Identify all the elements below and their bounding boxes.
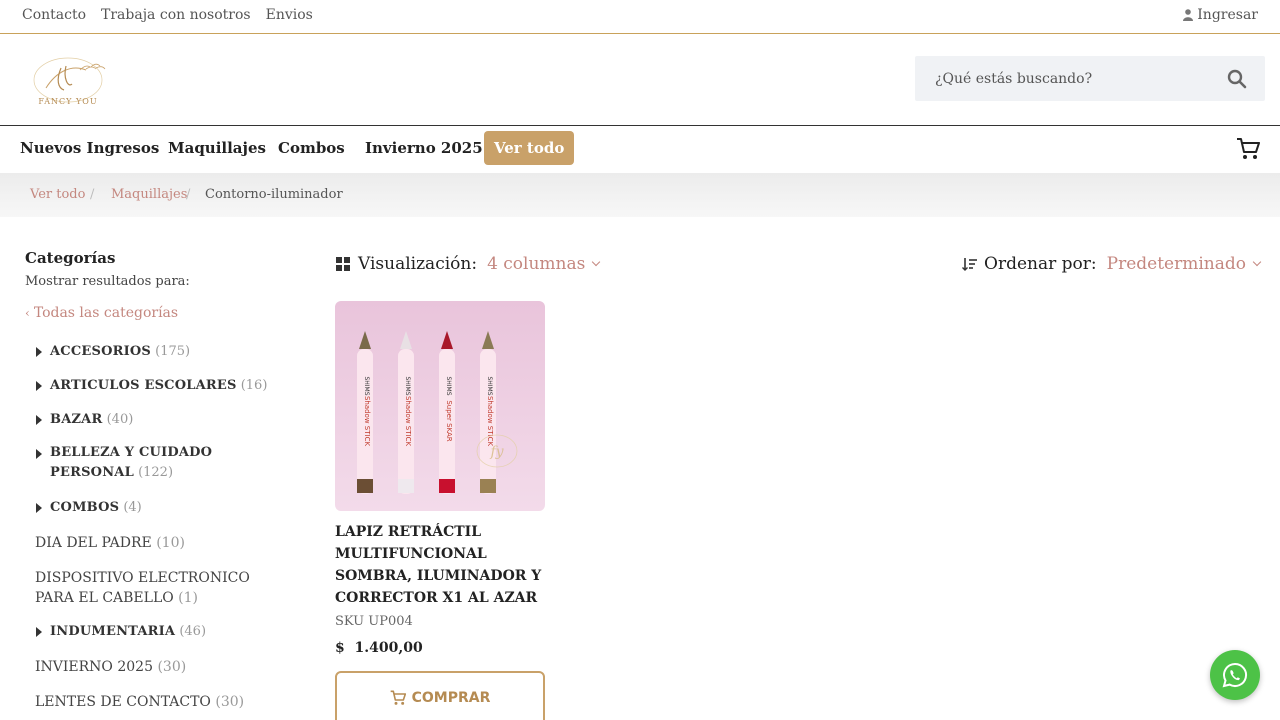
nav-item-invierno-2025[interactable]: Invierno 2025 xyxy=(365,139,483,157)
all-categories-link[interactable]: ‹ Todas las categorías xyxy=(25,305,178,321)
category-belleza[interactable]: BELLEZA Y CUIDADO PERSONAL (122) xyxy=(36,443,280,483)
svg-text:SHIMS: SHIMS xyxy=(363,376,370,395)
top-bar: Contacto Trabaja con nosotros Envios Ing… xyxy=(0,0,1280,34)
user-icon xyxy=(1183,9,1194,21)
cart-icon[interactable] xyxy=(1236,137,1260,161)
whatsapp-button[interactable] xyxy=(1210,650,1260,700)
svg-text:SHIMS: SHIMS xyxy=(445,376,452,395)
product-image[interactable]: Shadow STICK SHIMS Shadow STICK SHIMS Su… xyxy=(335,301,545,511)
svg-text:Shadow STICK: Shadow STICK xyxy=(363,396,371,447)
svg-text:Shadow STICK: Shadow STICK xyxy=(486,396,494,447)
chevron-down-icon xyxy=(592,257,601,267)
store-logo[interactable]: FANCY YOU xyxy=(16,54,120,110)
sort-icon xyxy=(962,258,978,271)
category-name: LENTES DE CONTACTO xyxy=(35,694,211,710)
category-count: (10) xyxy=(156,535,185,551)
product-price: $ 1.400,00 xyxy=(335,640,423,656)
category-name: INDUMENTARIA xyxy=(50,624,176,639)
sort-label: Ordenar por: xyxy=(984,254,1097,274)
contact-link[interactable]: Contacto xyxy=(22,7,86,23)
nav-item-maquillajes[interactable]: Maquillajes xyxy=(168,139,266,157)
buy-button[interactable]: COMPRAR xyxy=(335,671,545,720)
breadcrumb-maquillajes[interactable]: Maquillajes xyxy=(111,187,187,202)
caret-right-icon xyxy=(36,347,42,357)
category-name: BELLEZA Y CUIDADO PERSONAL xyxy=(50,445,213,480)
chevron-left-icon: ‹ xyxy=(25,306,30,320)
search-box xyxy=(915,56,1265,101)
category-dia-del-padre[interactable]: DIA DEL PADRE (10) xyxy=(35,533,185,553)
breadcrumb-current: Contorno-iluminador xyxy=(205,187,343,202)
svg-text:FANCY YOU: FANCY YOU xyxy=(38,97,97,106)
view-all-button[interactable]: Ver todo xyxy=(484,131,575,165)
top-links: Contacto Trabaja con nosotros Envios xyxy=(22,7,313,23)
category-name: DIA DEL PADRE xyxy=(35,535,152,551)
caret-right-icon xyxy=(36,449,42,459)
search-input[interactable] xyxy=(915,56,1215,101)
product-sku: SKU UP004 xyxy=(335,614,413,629)
category-name: ARTICULOS ESCOLARES xyxy=(50,378,237,393)
breadcrumb-separator: / xyxy=(90,187,95,202)
category-accesorios[interactable]: ACCESORIOS (175) xyxy=(36,344,191,359)
category-indumentaria[interactable]: INDUMENTARIA (46) xyxy=(36,624,207,639)
header: FANCY YOU xyxy=(0,34,1280,126)
category-count: (16) xyxy=(240,378,268,393)
svg-text:SHIMS: SHIMS xyxy=(486,376,493,395)
cart-icon xyxy=(390,690,406,705)
caret-right-icon xyxy=(36,627,42,637)
price-value: 1.400,00 xyxy=(354,640,423,656)
svg-text:Super SKAR: Super SKAR xyxy=(445,400,453,441)
all-categories-label: Todas las categorías xyxy=(33,305,179,321)
breadcrumb-ver-todo[interactable]: Ver todo xyxy=(30,187,85,202)
breadcrumb: Ver todo / Maquillajes / Contorno-ilumin… xyxy=(0,173,1280,217)
whatsapp-icon xyxy=(1222,662,1247,688)
work-with-us-link[interactable]: Trabaja con nosotros xyxy=(101,7,251,23)
svg-text:fy: fy xyxy=(489,444,504,460)
shipping-link[interactable]: Envios xyxy=(266,7,313,23)
category-count: (46) xyxy=(179,624,207,639)
category-dispositivo-electronico[interactable]: DISPOSITIVO ELECTRONICO PARA EL CABELLO … xyxy=(35,568,285,608)
category-articulos-escolares[interactable]: ARTICULOS ESCOLARES (16) xyxy=(36,378,268,393)
main-nav: Nuevos Ingresos Maquillajes Combos Invie… xyxy=(0,126,1280,173)
category-count: (122) xyxy=(138,465,174,480)
category-combos[interactable]: COMBOS (4) xyxy=(36,500,142,515)
search-icon[interactable] xyxy=(1227,69,1247,89)
category-invierno-2025[interactable]: INVIERNO 2025 (30) xyxy=(35,657,186,677)
categories-subtitle: Mostrar resultados para: xyxy=(25,274,190,289)
breadcrumb-separator: / xyxy=(186,187,191,202)
category-name: ACCESORIOS xyxy=(50,344,151,359)
category-name: DISPOSITIVO ELECTRONICO PARA EL CABELLO xyxy=(35,570,250,606)
category-bazar[interactable]: BAZAR (40) xyxy=(36,412,134,427)
nav-item-nuevos-ingresos[interactable]: Nuevos Ingresos xyxy=(20,139,159,157)
sort-selector[interactable]: Ordenar por: Predeterminado xyxy=(962,254,1262,274)
view-label: Visualización: xyxy=(358,254,478,274)
category-count: (175) xyxy=(155,344,191,359)
buy-label: COMPRAR xyxy=(411,690,491,706)
categories-title: Categorías xyxy=(25,249,116,267)
svg-text:Shadow STICK: Shadow STICK xyxy=(404,396,412,447)
category-lentes-de-contacto[interactable]: LENTES DE CONTACTO (30) xyxy=(35,692,244,712)
nav-item-combos[interactable]: Combos xyxy=(278,139,345,157)
view-value: 4 columnas xyxy=(487,254,586,274)
login-link[interactable]: Ingresar xyxy=(1183,7,1258,23)
category-name: INVIERNO 2025 xyxy=(35,659,153,675)
category-name: COMBOS xyxy=(50,500,120,515)
price-currency: $ xyxy=(335,640,345,656)
grid-icon xyxy=(336,257,350,271)
caret-right-icon xyxy=(36,415,42,425)
category-count: (1) xyxy=(178,590,199,606)
category-count: (30) xyxy=(157,659,187,675)
category-count: (30) xyxy=(215,694,245,710)
caret-right-icon xyxy=(36,381,42,391)
sort-value: Predeterminado xyxy=(1106,254,1246,274)
svg-text:SHIMS: SHIMS xyxy=(404,376,411,395)
category-count: (40) xyxy=(106,412,134,427)
category-name: BAZAR xyxy=(50,412,103,427)
login-label: Ingresar xyxy=(1197,7,1258,23)
chevron-down-icon xyxy=(1252,257,1262,267)
category-count: (4) xyxy=(123,500,142,515)
product-name[interactable]: LAPIZ RETRÁCTIL MULTIFUNCIONAL SOMBRA, I… xyxy=(335,521,550,609)
view-selector[interactable]: Visualización: 4 columnas xyxy=(336,254,601,274)
caret-right-icon xyxy=(36,503,42,513)
